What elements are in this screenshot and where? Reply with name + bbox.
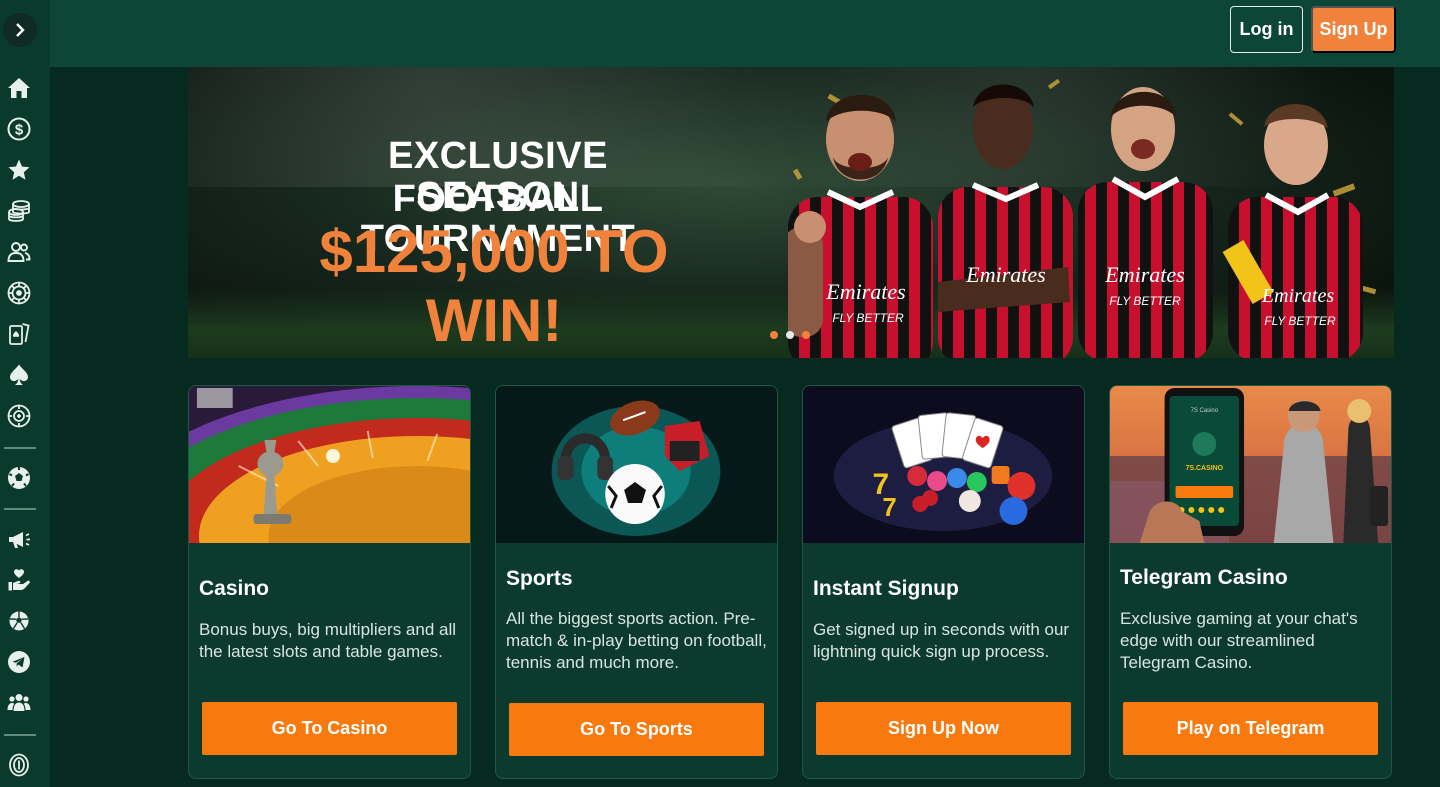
card-description: Get signed up in seconds with our lightn… bbox=[813, 620, 1070, 661]
login-button[interactable]: Log in bbox=[1230, 6, 1303, 53]
svg-text:FLY BETTER: FLY BETTER bbox=[832, 311, 904, 325]
sports-ball-icon[interactable] bbox=[4, 606, 34, 636]
sports-card: Sports All the biggest sports action. Pr… bbox=[495, 385, 778, 779]
svg-text:$: $ bbox=[15, 122, 24, 139]
coin-icon[interactable] bbox=[4, 750, 34, 780]
instant-signup-card-image: 7 7 bbox=[803, 386, 1084, 543]
sidebar-divider bbox=[4, 508, 36, 510]
carousel-dot[interactable] bbox=[770, 331, 778, 339]
instant-signup-card: 7 7 Instant Signup Get signed up in seco… bbox=[802, 385, 1085, 779]
svg-text:Emirates: Emirates bbox=[825, 279, 905, 304]
carousel-dot[interactable] bbox=[802, 331, 810, 339]
svg-text:Emirates: Emirates bbox=[1261, 285, 1334, 307]
svg-text:Emirates: Emirates bbox=[965, 262, 1045, 287]
card-title: Sports bbox=[506, 567, 573, 590]
player-3: Emirates FLY BETTER bbox=[1078, 87, 1213, 358]
playing-cards-icon[interactable] bbox=[4, 319, 34, 349]
card-description: All the biggest sports action. Pre-match… bbox=[506, 609, 767, 672]
go-to-sports-button[interactable]: Go To Sports bbox=[509, 703, 764, 756]
svg-text:FLY BETTER: FLY BETTER bbox=[1264, 314, 1336, 328]
coins-stack-icon[interactable] bbox=[4, 196, 34, 226]
card-description: Bonus buys, big multipliers and all the … bbox=[199, 620, 457, 661]
spade-icon[interactable] bbox=[4, 360, 34, 390]
svg-text:FLY BETTER: FLY BETTER bbox=[1109, 294, 1181, 308]
users-icon[interactable] bbox=[4, 237, 34, 267]
chevron-right-icon bbox=[16, 23, 25, 37]
star-icon[interactable] bbox=[4, 155, 34, 185]
hand-heart-icon[interactable] bbox=[4, 565, 34, 595]
sidebar-divider bbox=[4, 447, 36, 449]
svg-text:Emirates: Emirates bbox=[1104, 262, 1184, 287]
player-1: Emirates FLY BETTER bbox=[788, 94, 933, 358]
telegram-casino-card-image: 7S Casino 7S.CASINO bbox=[1110, 386, 1391, 543]
banner-prize: $125,000 TO WIN! bbox=[319, 218, 669, 354]
sign-up-now-button[interactable]: Sign Up Now bbox=[816, 702, 1071, 755]
footballers-illustration: Emirates FLY BETTER Emirates FLY BETTER … bbox=[788, 78, 1377, 358]
go-to-casino-button[interactable]: Go To Casino bbox=[202, 702, 457, 755]
sidebar-toggle-button[interactable] bbox=[3, 13, 37, 47]
promo-banner[interactable]: EXCLUSIVE FOOTBALL SEASON TOURNAMENT $12… bbox=[188, 67, 1394, 358]
svg-text:7S.CASINO: 7S.CASINO bbox=[1186, 465, 1224, 472]
roulette-icon[interactable] bbox=[4, 278, 34, 308]
community-icon[interactable] bbox=[4, 688, 34, 718]
card-description: Exclusive gaming at your chat's edge wit… bbox=[1120, 609, 1358, 672]
telegram-icon[interactable] bbox=[4, 647, 34, 677]
player-4: Emirates FLY BETTER bbox=[1222, 104, 1363, 358]
telegram-casino-card: 7S Casino 7S.CASINO Telegram Casino Excl… bbox=[1109, 385, 1392, 779]
poker-chip-icon[interactable] bbox=[4, 401, 34, 431]
casino-card-image bbox=[189, 386, 470, 543]
casino-card: Casino Bonus buys, big multipliers and a… bbox=[188, 385, 471, 779]
home-icon[interactable] bbox=[4, 73, 34, 103]
megaphone-icon[interactable] bbox=[4, 524, 34, 554]
sports-card-image bbox=[496, 386, 777, 543]
sidebar-divider bbox=[4, 734, 36, 736]
soccer-ball-icon[interactable] bbox=[4, 463, 34, 493]
dollar-icon[interactable]: $ bbox=[4, 114, 34, 144]
signup-button[interactable]: Sign Up bbox=[1311, 6, 1396, 53]
card-title: Telegram Casino bbox=[1120, 566, 1288, 589]
svg-text:7S Casino: 7S Casino bbox=[1191, 408, 1219, 414]
svg-text:7: 7 bbox=[882, 494, 896, 522]
card-title: Casino bbox=[199, 577, 270, 600]
carousel-dot-active[interactable] bbox=[786, 331, 794, 339]
play-on-telegram-button[interactable]: Play on Telegram bbox=[1123, 702, 1378, 755]
carousel-dots bbox=[770, 331, 810, 339]
card-title: Instant Signup bbox=[813, 577, 959, 600]
player-2: Emirates bbox=[938, 84, 1073, 358]
sidebar: $ bbox=[0, 0, 50, 787]
